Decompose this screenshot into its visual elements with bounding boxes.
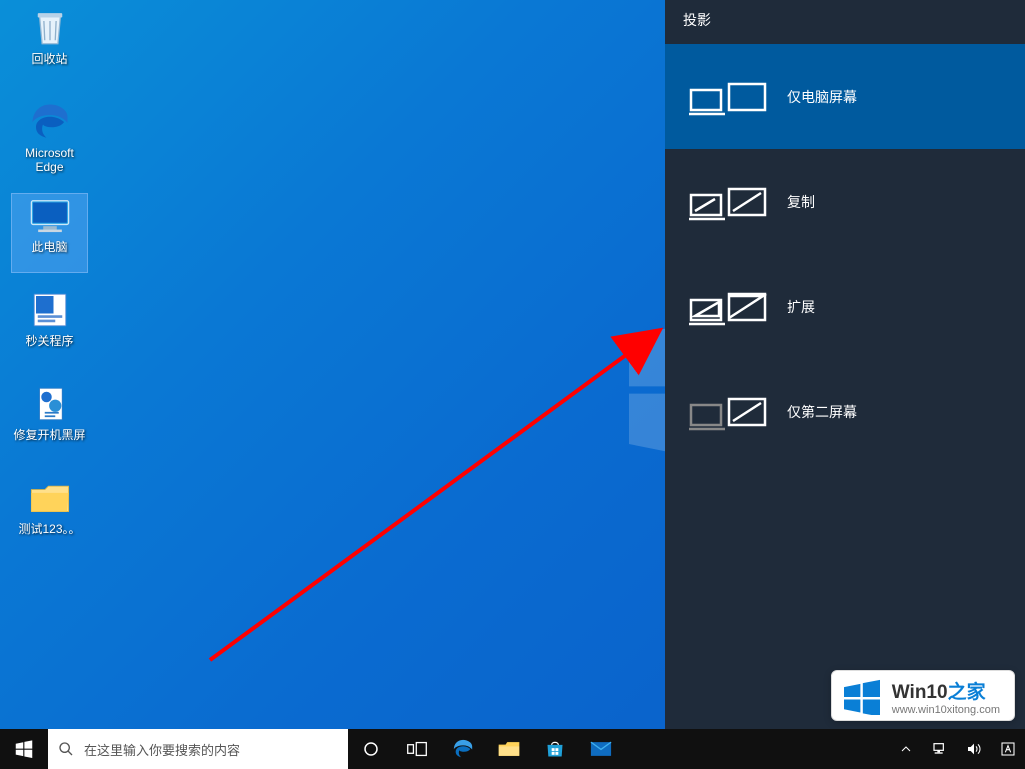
mail-icon bbox=[590, 741, 612, 757]
watermark-logo-icon bbox=[842, 679, 882, 715]
search-placeholder-text: 在这里输入你要搜索的内容 bbox=[84, 740, 240, 759]
store-icon bbox=[545, 739, 565, 759]
project-option-label: 复制 bbox=[787, 192, 815, 212]
watermark-brand: Win10之家 bbox=[892, 677, 1000, 704]
taskbar-file-explorer[interactable] bbox=[486, 729, 532, 769]
desktop-icon-fix-boot[interactable]: 修复开机黑屏 bbox=[12, 382, 87, 460]
tray-overflow[interactable] bbox=[889, 729, 923, 769]
project-panel: 投影 仅电脑屏幕 复制 bbox=[665, 0, 1025, 729]
desktop-icon-label: 修复开机黑屏 bbox=[13, 428, 85, 442]
edge-icon bbox=[452, 738, 474, 760]
taskbar-search[interactable]: 在这里输入你要搜索的内容 bbox=[48, 729, 348, 769]
ime-icon bbox=[1000, 741, 1016, 757]
volume-icon bbox=[966, 741, 982, 757]
network-icon bbox=[932, 741, 948, 757]
desktop-icon-recycle-bin[interactable]: 回收站 bbox=[12, 6, 87, 84]
desktop-icon-seconds-off[interactable]: 秒关程序 bbox=[12, 288, 87, 366]
taskbar-edge[interactable] bbox=[440, 729, 486, 769]
chevron-up-icon bbox=[900, 743, 912, 755]
project-option-duplicate[interactable]: 复制 bbox=[665, 149, 1025, 254]
fix-boot-icon bbox=[26, 382, 74, 426]
duplicate-icon bbox=[689, 177, 769, 227]
taskbar-mail[interactable] bbox=[578, 729, 624, 769]
taskbar-tray bbox=[889, 729, 1025, 769]
desktop-icon-this-pc[interactable]: 此电脑 bbox=[12, 194, 87, 272]
desktop-icon-label: 此电脑 bbox=[31, 240, 67, 254]
project-option-label: 扩展 bbox=[787, 297, 815, 317]
desktop-icons-column: 回收站 Microsoft Edge 此电脑 bbox=[12, 6, 87, 570]
task-view-icon bbox=[407, 741, 427, 757]
this-pc-icon bbox=[26, 194, 74, 238]
watermark-url: www.win10xitong.com bbox=[892, 704, 1000, 716]
task-view-button[interactable] bbox=[394, 729, 440, 769]
start-button[interactable] bbox=[0, 729, 48, 769]
taskbar-store[interactable] bbox=[532, 729, 578, 769]
desktop-icon-test-folder[interactable]: 测试123。。 bbox=[12, 476, 87, 554]
watermark-badge: Win10之家 www.win10xitong.com bbox=[831, 670, 1015, 721]
tray-volume[interactable] bbox=[957, 729, 991, 769]
extend-icon bbox=[689, 282, 769, 332]
folder-icon bbox=[498, 740, 520, 758]
project-panel-title: 投影 bbox=[665, 0, 1025, 44]
project-option-second-screen-only[interactable]: 仅第二屏幕 bbox=[665, 359, 1025, 464]
program-icon bbox=[26, 288, 74, 332]
project-option-extend[interactable]: 扩展 bbox=[665, 254, 1025, 359]
tray-network[interactable] bbox=[923, 729, 957, 769]
project-option-label: 仅电脑屏幕 bbox=[787, 87, 857, 107]
desktop-icon-label: 测试123。。 bbox=[18, 522, 80, 536]
second-only-icon bbox=[689, 387, 769, 437]
tray-ime[interactable] bbox=[991, 729, 1025, 769]
desktop-icon-label: 回收站 bbox=[31, 52, 67, 66]
search-icon bbox=[58, 741, 74, 757]
desktop-icon-label: Microsoft Edge bbox=[25, 146, 74, 174]
cortana-button[interactable] bbox=[348, 729, 394, 769]
pc-only-icon bbox=[689, 72, 769, 122]
cortana-icon bbox=[362, 740, 380, 758]
taskbar: 在这里输入你要搜索的内容 bbox=[0, 729, 1025, 769]
windows-logo-icon bbox=[15, 740, 33, 758]
edge-icon bbox=[26, 100, 74, 144]
project-option-label: 仅第二屏幕 bbox=[787, 402, 857, 422]
desktop-background: 回收站 Microsoft Edge 此电脑 bbox=[0, 0, 1025, 769]
recycle-bin-icon bbox=[26, 6, 74, 50]
folder-icon bbox=[26, 476, 74, 520]
project-option-pc-screen-only[interactable]: 仅电脑屏幕 bbox=[665, 44, 1025, 149]
desktop-icon-label: 秒关程序 bbox=[25, 334, 73, 348]
desktop-icon-edge[interactable]: Microsoft Edge bbox=[12, 100, 87, 178]
